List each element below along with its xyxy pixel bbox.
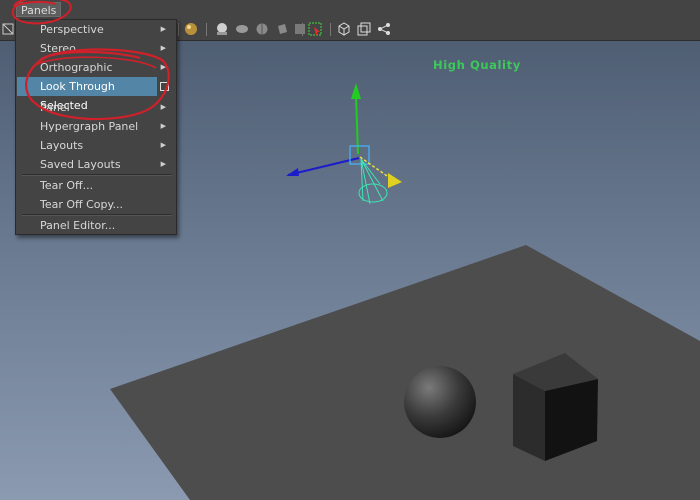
toolbar-separator	[302, 23, 303, 36]
isolate-icon[interactable]	[356, 21, 372, 37]
menu-item-tear-off[interactable]: Tear Off...	[16, 176, 176, 195]
menu-item-tear-off-copy[interactable]: Tear Off Copy...	[16, 195, 176, 214]
toolbar-separator	[178, 23, 179, 36]
menu-item-layouts[interactable]: Layouts ▶	[16, 136, 176, 155]
panels-dropdown-menu: Perspective ▶ Stereo ▶ Orthographic ▶ Lo…	[15, 19, 177, 235]
shaded-icon[interactable]	[234, 21, 250, 37]
menu-item-label: Perspective	[40, 23, 104, 36]
sphere	[404, 366, 476, 438]
submenu-arrow-icon: ▶	[160, 160, 166, 168]
submenu-arrow-icon: ▶	[160, 25, 166, 33]
select-icon[interactable]	[307, 21, 323, 37]
maya-window: High Quality Panels Perspective ▶ Stereo…	[0, 0, 700, 500]
flat-icon[interactable]	[292, 21, 308, 37]
menu-item-label: Orthographic	[40, 61, 113, 74]
toolbar-separator	[330, 23, 331, 36]
toolbar-separator	[206, 23, 207, 36]
menu-item-label: Panel	[40, 101, 70, 114]
menu-item-stereo[interactable]: Stereo ▶	[16, 39, 176, 58]
grid-icon[interactable]	[0, 21, 16, 37]
camera-manipulator	[286, 83, 402, 205]
wireframe-icon[interactable]	[254, 21, 270, 37]
submenu-arrow-icon: ▶	[160, 103, 166, 111]
menu-item-label: Tear Off...	[40, 179, 94, 192]
menu-item-label: Stereo	[40, 42, 76, 55]
share-icon[interactable]	[376, 21, 392, 37]
submenu-arrow-icon: ▶	[160, 141, 166, 149]
ground-plane	[110, 245, 700, 500]
material-sphere-icon[interactable]	[183, 21, 199, 37]
light-icon[interactable]	[214, 21, 230, 37]
menu-item-saved-layouts[interactable]: Saved Layouts ▶	[16, 155, 176, 174]
menu-item-perspective[interactable]: Perspective ▶	[16, 20, 176, 39]
option-box-icon[interactable]	[160, 82, 169, 91]
submenu-arrow-icon: ▶	[160, 122, 166, 130]
smooth-icon[interactable]	[274, 21, 290, 37]
menu-item-label: Hypergraph Panel	[40, 120, 139, 133]
menu-item-panel[interactable]: Panel ▶	[16, 98, 176, 117]
menu-item-look-through-selected[interactable]: Look Through Selected	[17, 77, 169, 112]
menu-item-label: Layouts	[40, 139, 84, 152]
menu-item-label: Panel Editor...	[40, 219, 116, 232]
menu-item-label: Saved Layouts	[40, 158, 121, 171]
menu-item-label: Tear Off Copy...	[40, 198, 123, 211]
panels-menu-button[interactable]: Panels	[16, 2, 62, 17]
panel-menubar: Panels	[0, 0, 700, 19]
menu-item-hypergraph-panel[interactable]: Hypergraph Panel ▶	[16, 117, 176, 136]
menu-item-orthographic[interactable]: Orthographic ▶	[16, 58, 176, 77]
cube-icon[interactable]	[336, 21, 352, 37]
menu-item-panel-editor[interactable]: Panel Editor...	[16, 216, 176, 235]
submenu-arrow-icon: ▶	[160, 63, 166, 71]
submenu-arrow-icon: ▶	[160, 44, 166, 52]
